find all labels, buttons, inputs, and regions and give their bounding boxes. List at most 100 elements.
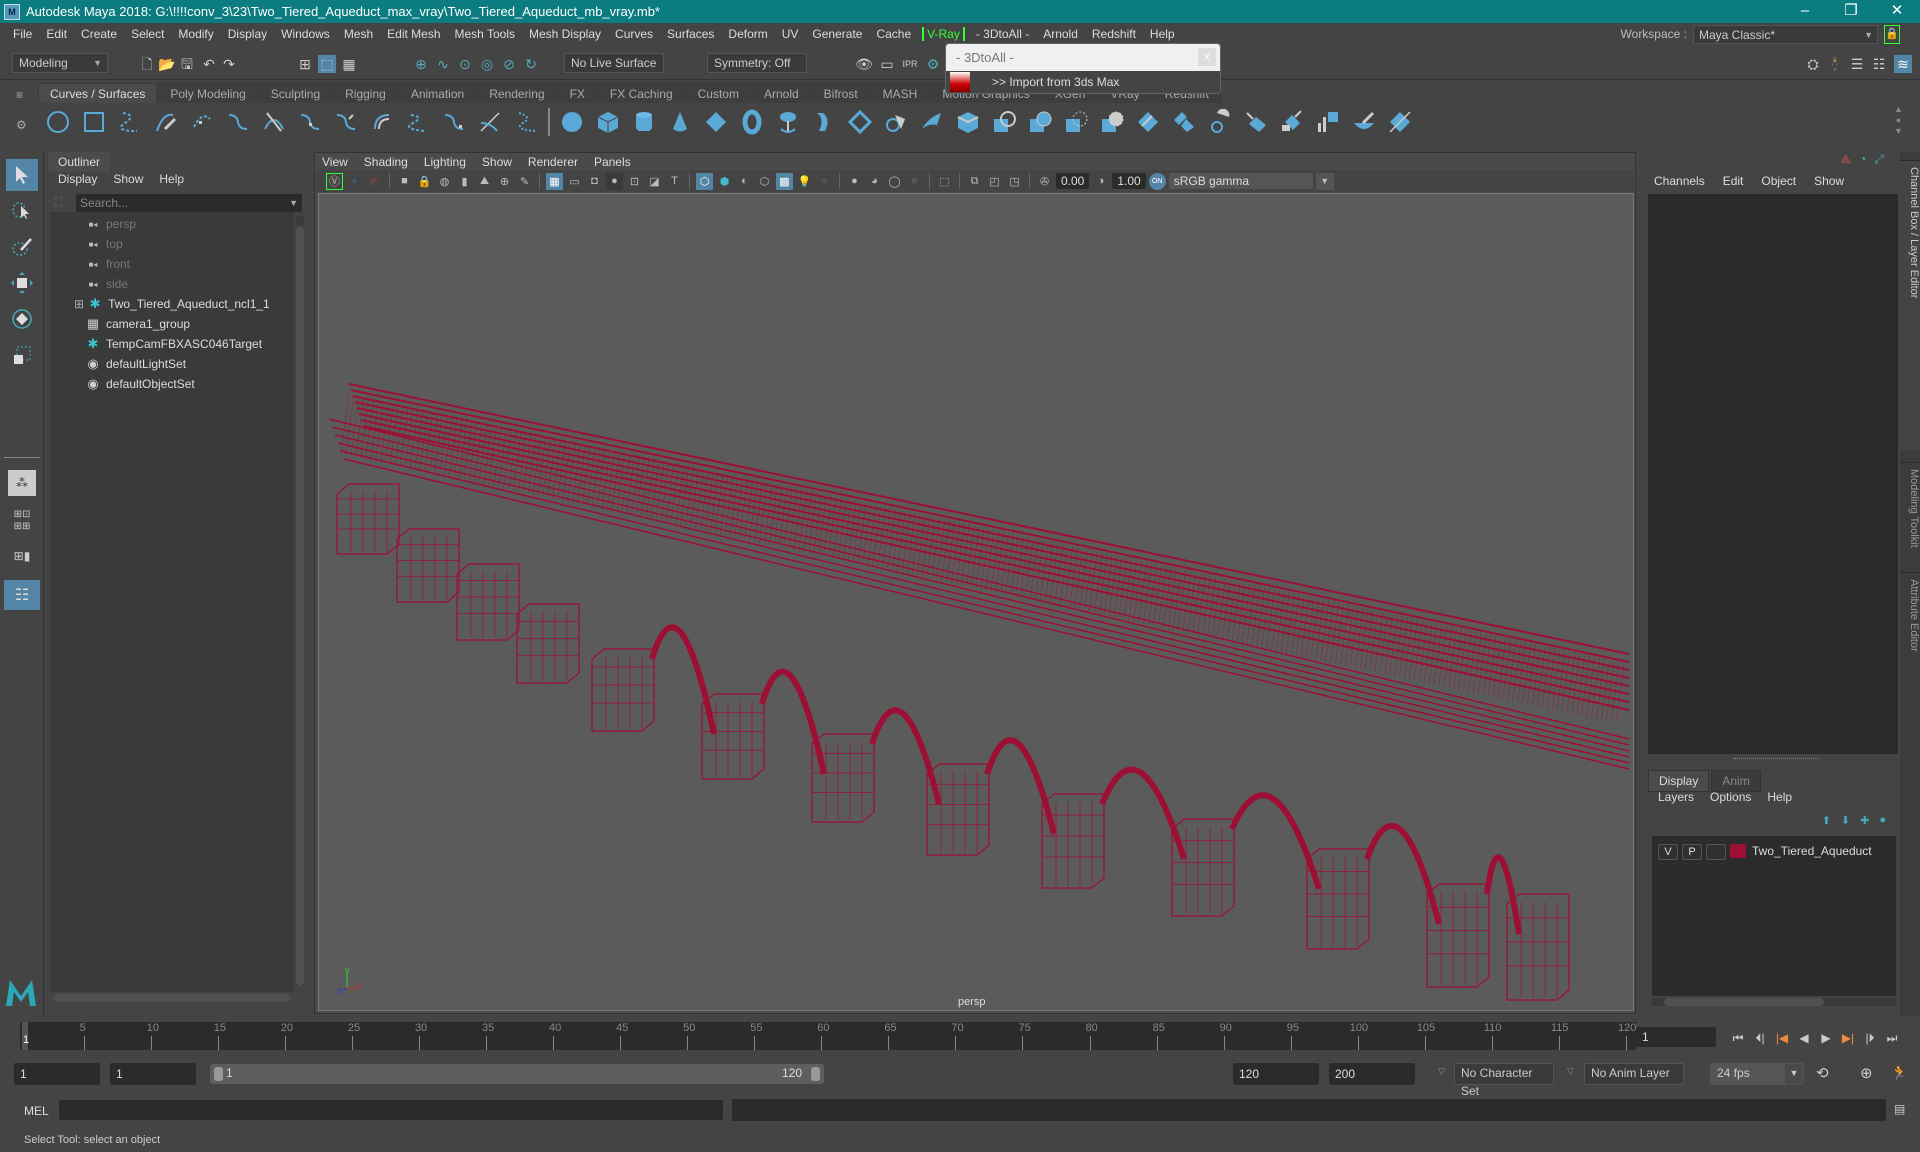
command-input[interactable] [59, 1100, 723, 1120]
chevron-down-icon[interactable]: ▼ [1315, 172, 1334, 190]
2d-pan-zoom-icon[interactable]: ⊕ [496, 173, 513, 190]
playback-end-field[interactable]: 120 [1233, 1063, 1319, 1085]
import-from-3dsmax-item[interactable]: >> Import from 3ds Max [946, 71, 1220, 93]
attribute-editor-icon[interactable]: ☰ [1848, 55, 1866, 73]
layer-row[interactable]: V P Two_Tiered_Aqueduct [1652, 836, 1896, 866]
range-bar[interactable]: 1 120 [210, 1064, 824, 1084]
nurbs-cube-icon[interactable] [594, 108, 622, 136]
modeling-toolkit-icon[interactable]: ⛭ [1804, 55, 1822, 73]
shelf-tab-sculpting[interactable]: Sculpting [258, 83, 333, 103]
grid-icon[interactable]: ▦ [546, 172, 563, 190]
layer-display-type-toggle[interactable] [1706, 844, 1726, 860]
nurbs-torus-icon[interactable] [738, 108, 766, 136]
camera-select-icon[interactable]: ■ [396, 173, 413, 190]
select-hierarchy-icon[interactable]: ⊞ [296, 55, 314, 73]
nurbs-cone-icon[interactable] [666, 108, 694, 136]
four-view-layout-icon[interactable]: ⊞⊡ ⊞⊞ [8, 508, 36, 534]
curve-reverse-icon[interactable] [404, 108, 432, 136]
menu-file[interactable]: File [6, 27, 39, 41]
shelf-scroll-icon[interactable]: ▲ ● ▼ [1894, 104, 1903, 137]
cursor-icon[interactable]: ◩ [366, 173, 383, 190]
nurbs-sphere-icon[interactable] [558, 108, 586, 136]
resolution-gate-icon[interactable]: ◘ [586, 173, 603, 190]
splitter-handle[interactable] [1734, 758, 1818, 759]
curve-fillet-icon[interactable] [476, 108, 504, 136]
menu-mesh-display[interactable]: Mesh Display [522, 27, 608, 41]
menu-uv[interactable]: UV [775, 27, 806, 41]
viewport-menu-shading[interactable]: Shading [364, 155, 408, 169]
go-to-start-icon[interactable]: ⏮ [1730, 1030, 1746, 1046]
current-frame-field[interactable]: 1 [1636, 1027, 1716, 1047]
redo-icon[interactable]: ↷ [220, 55, 238, 73]
loft-icon[interactable] [810, 108, 838, 136]
ambient-occlusion-icon[interactable]: ● [846, 173, 863, 190]
play-backwards-icon[interactable]: ◀ [1796, 1030, 1812, 1046]
step-back-frame-icon[interactable]: ⏴| [1752, 1030, 1768, 1046]
maximize-button[interactable]: ❐ [1828, 0, 1874, 23]
menu-curves[interactable]: Curves [608, 27, 660, 41]
menu-create[interactable]: Create [74, 27, 124, 41]
range-end-handle[interactable] [811, 1067, 820, 1081]
fps-dropdown[interactable]: 24 fps ▼ [1710, 1063, 1804, 1085]
chevron-down-icon[interactable]: ▽ [1567, 1066, 1574, 1077]
new-layer-selected-icon[interactable]: ● [1879, 814, 1886, 827]
sphere-icon[interactable]: ● [346, 173, 363, 190]
field-chart-icon[interactable]: ⊡ [626, 173, 643, 190]
tool-settings-icon[interactable]: ☷ [1870, 55, 1888, 73]
side-tab-attribute-editor[interactable]: Attribute Editor [1900, 572, 1920, 672]
outliner-layout-icon[interactable]: ☷ [4, 580, 40, 610]
speed-icon[interactable]: ◔ [1859, 152, 1866, 167]
shelf-tab-animation[interactable]: Animation [398, 83, 477, 103]
save-scene-icon[interactable]: 🖫 [178, 55, 196, 73]
sculpt-geometry-icon[interactable] [1350, 108, 1378, 136]
outliner-item[interactable]: ◉ defaultObjectSet [86, 374, 194, 394]
outliner-item[interactable]: ■◂ persp [86, 214, 136, 234]
render-settings-icon[interactable]: ⚙ [924, 55, 942, 73]
menu-surfaces[interactable]: Surfaces [660, 27, 721, 41]
menu-edit[interactable]: Edit [39, 27, 74, 41]
menu-display[interactable]: Display [221, 27, 274, 41]
shelf-tab-mash[interactable]: MASH [870, 83, 930, 103]
shelf-tab-curves-surfaces[interactable]: Curves / Surfaces [38, 83, 158, 103]
shelf-tab-rigging[interactable]: Rigging [333, 83, 398, 103]
layer-playback-toggle[interactable]: P [1682, 844, 1702, 860]
outliner-hscrollbar[interactable] [54, 994, 290, 1002]
nurbs-circle-icon[interactable] [44, 108, 72, 136]
untrim-icon[interactable] [1098, 108, 1126, 136]
undo-icon[interactable]: ↶ [200, 55, 218, 73]
range-start-handle[interactable] [214, 1067, 223, 1081]
grease-pencil-icon[interactable]: ✎ [516, 173, 533, 190]
shelf-tab-rendering[interactable]: Rendering [477, 83, 557, 103]
viewport-menu-panels[interactable]: Panels [594, 155, 631, 169]
backface-culling-icon[interactable]: ◳ [1006, 173, 1023, 190]
single-perspective-layout-icon[interactable]: ⁂ [8, 470, 36, 496]
channel-menu-edit[interactable]: Edit [1723, 174, 1744, 188]
minimize-button[interactable]: – [1782, 0, 1828, 23]
color-space-dropdown[interactable]: sRGB gamma [1168, 173, 1313, 189]
outliner-item[interactable]: ■◂ top [86, 234, 123, 254]
surface-editing-icon[interactable] [1386, 108, 1414, 136]
menu-edit-mesh[interactable]: Edit Mesh [380, 27, 447, 41]
align-surfaces-icon[interactable] [1206, 108, 1234, 136]
side-tab-channel-box[interactable]: Channel Box / Layer Editor [1900, 160, 1920, 450]
shelf-tab-arnold[interactable]: Arnold [751, 83, 811, 103]
lights-icon[interactable]: 💡 [796, 173, 813, 190]
paint-select-tool-icon[interactable] [6, 231, 38, 263]
birail-icon[interactable] [918, 108, 946, 136]
menu-mesh-tools[interactable]: Mesh Tools [448, 27, 522, 41]
outliner-item[interactable]: ◉ defaultLightSet [86, 354, 186, 374]
motion-blur-icon[interactable]: ◕ [866, 173, 883, 190]
outliner-menu-help[interactable]: Help [159, 172, 184, 186]
shelf-tab-fx-caching[interactable]: FX Caching [597, 83, 685, 103]
menu-windows[interactable]: Windows [274, 27, 337, 41]
shelf-tab-bifrost[interactable]: Bifrost [811, 83, 870, 103]
playback-start-field[interactable]: 1 [110, 1063, 196, 1085]
scale-tool-icon[interactable] [6, 339, 38, 371]
select-component-icon[interactable]: ▦ [340, 55, 358, 73]
project-curve-icon[interactable] [1026, 108, 1054, 136]
lock-icon[interactable]: 🔒 [1884, 24, 1900, 44]
persp-outliner-layout-icon[interactable]: ⊞▮ [8, 542, 36, 570]
revolve-icon[interactable] [774, 108, 802, 136]
mel-label[interactable]: MEL [24, 1104, 49, 1118]
outliner-menu-display[interactable]: Display [58, 172, 97, 186]
